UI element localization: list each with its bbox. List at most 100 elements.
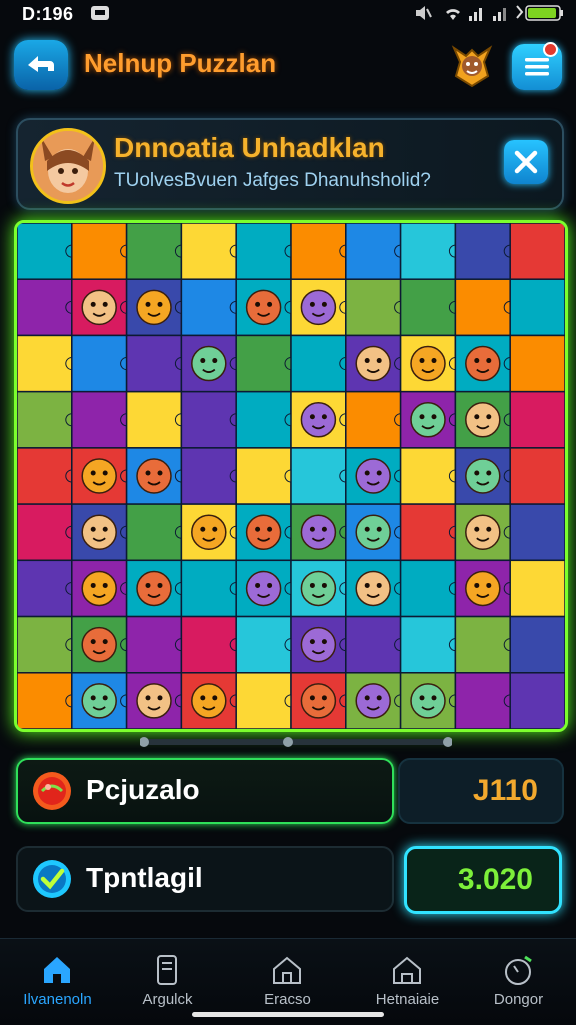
fish-figure-icon <box>300 626 337 663</box>
nav-label-timer: Dongor <box>493 991 544 1008</box>
puzzle-piece[interactable] <box>399 223 457 280</box>
slider-start-knob[interactable] <box>140 737 149 747</box>
nav-item-timer[interactable]: Dongor <box>461 939 576 1025</box>
puzzle-grid[interactable] <box>17 223 565 729</box>
mascot-badge-icon[interactable] <box>448 40 496 90</box>
ghost-figure-icon <box>300 514 337 550</box>
cup-figure-icon <box>81 514 117 550</box>
puzzle-piece[interactable] <box>17 672 73 729</box>
red-gem-icon <box>33 772 71 810</box>
puzzle-piece[interactable] <box>180 390 237 449</box>
bear-figure-icon <box>355 570 391 607</box>
puzzle-piece[interactable] <box>235 615 292 674</box>
puzzle-piece[interactable] <box>235 223 292 280</box>
puzzle-piece[interactable] <box>454 615 511 674</box>
crab-figure-icon <box>465 570 501 607</box>
puzzle-piece[interactable] <box>509 615 565 674</box>
puzzle-piece[interactable] <box>17 615 73 674</box>
puzzle-piece[interactable] <box>235 447 292 505</box>
puzzle-piece[interactable] <box>125 503 183 562</box>
slider-mid-knob[interactable] <box>283 737 293 747</box>
puzzle-piece[interactable] <box>399 503 457 562</box>
banner-close-button[interactable] <box>504 140 548 184</box>
puzzle-piece[interactable] <box>235 390 292 449</box>
puzzle-piece[interactable] <box>509 559 565 618</box>
puzzle-piece[interactable] <box>235 672 292 729</box>
puzzle-piece[interactable] <box>399 447 457 505</box>
total-label-panel[interactable]: Tpntlagil <box>16 846 394 912</box>
puzzle-piece[interactable] <box>125 615 183 674</box>
puzzle-piece[interactable] <box>509 278 565 337</box>
boy-figure-icon <box>355 514 391 550</box>
puzzle-piece[interactable] <box>180 559 237 618</box>
elf-figure-icon <box>465 514 501 550</box>
puzzle-piece[interactable] <box>509 447 565 505</box>
puzzle-piece[interactable] <box>71 390 128 449</box>
house-icon <box>273 956 301 984</box>
puzzle-piece[interactable] <box>180 615 237 674</box>
puzzle-piece[interactable] <box>17 334 73 393</box>
owl-figure-icon <box>191 514 227 550</box>
puzzle-piece[interactable] <box>17 447 73 505</box>
puzzle-piece[interactable] <box>454 278 511 337</box>
puzzle-piece[interactable] <box>290 447 347 505</box>
puzzle-piece[interactable] <box>17 559 73 618</box>
puzzle-piece[interactable] <box>345 390 402 449</box>
tablet-icon <box>157 955 177 985</box>
status-bar: D:196 <box>0 0 576 30</box>
puzzle-piece[interactable] <box>509 390 565 449</box>
sun-figure-icon <box>300 570 337 607</box>
puzzle-piece[interactable] <box>125 223 183 280</box>
puzzle-piece[interactable] <box>17 503 73 562</box>
puzzle-piece[interactable] <box>399 278 457 337</box>
total-value: 3.020 <box>457 863 533 896</box>
puzzle-piece[interactable] <box>180 278 237 337</box>
puzzle-piece[interactable] <box>454 672 511 729</box>
puzzle-piece[interactable] <box>399 559 457 618</box>
puzzle-piece[interactable] <box>180 223 237 280</box>
battery-icon <box>516 5 563 21</box>
puzzle-piece[interactable] <box>180 447 237 505</box>
puzzle-piece[interactable] <box>345 223 402 280</box>
puzzle-piece[interactable] <box>125 390 183 449</box>
puzzle-piece[interactable] <box>71 334 128 393</box>
coin-figure-icon <box>355 458 391 494</box>
back-button[interactable] <box>14 40 68 90</box>
puzzle-piece[interactable] <box>290 223 347 280</box>
menu-button[interactable] <box>512 42 562 90</box>
puzzle-piece[interactable] <box>399 615 457 674</box>
puzzle-piece[interactable] <box>345 278 402 337</box>
dog-figure-icon <box>300 683 337 719</box>
puzzle-piece[interactable] <box>509 223 565 280</box>
puzzle-piece[interactable] <box>71 223 128 280</box>
check-badge-icon <box>33 860 71 898</box>
score-row-pieces: Pcjuzalo J110 <box>16 758 564 824</box>
boy-figure-icon <box>136 683 172 719</box>
status-time: D:196 <box>22 4 74 24</box>
puzzle-piece[interactable] <box>125 334 183 393</box>
score-label-panel[interactable]: Pcjuzalo <box>16 758 394 824</box>
smiley-figure-icon <box>191 683 227 719</box>
puzzle-piece[interactable] <box>509 672 565 729</box>
puzzle-piece[interactable] <box>509 334 565 393</box>
fox-figure-icon <box>81 626 117 663</box>
puzzle-board[interactable] <box>14 220 568 732</box>
nav-item-home[interactable]: Ilvanenoln <box>0 939 115 1025</box>
puzzle-piece[interactable] <box>17 223 73 280</box>
arrow-figure-icon <box>410 345 446 382</box>
sun-figure-icon <box>81 683 117 719</box>
fox-figure-icon <box>136 289 172 326</box>
shield-figure-icon <box>136 458 172 494</box>
puzzle-piece[interactable] <box>454 223 511 280</box>
puzzle-piece[interactable] <box>17 278 73 337</box>
score-row-total: Tpntlagil 3.020 <box>16 846 562 914</box>
puzzle-piece[interactable] <box>17 390 73 449</box>
progress-slider[interactable] <box>140 736 452 748</box>
puzzle-piece[interactable] <box>345 615 402 674</box>
banner-subtitle: TUolvesBvuen Jafges Dhanuhsholid? <box>114 170 431 191</box>
puzzle-piece[interactable] <box>235 334 292 393</box>
timer-icon <box>505 955 532 985</box>
slider-end-knob[interactable] <box>443 737 452 747</box>
puzzle-piece[interactable] <box>509 503 565 562</box>
puzzle-piece[interactable] <box>290 334 347 393</box>
